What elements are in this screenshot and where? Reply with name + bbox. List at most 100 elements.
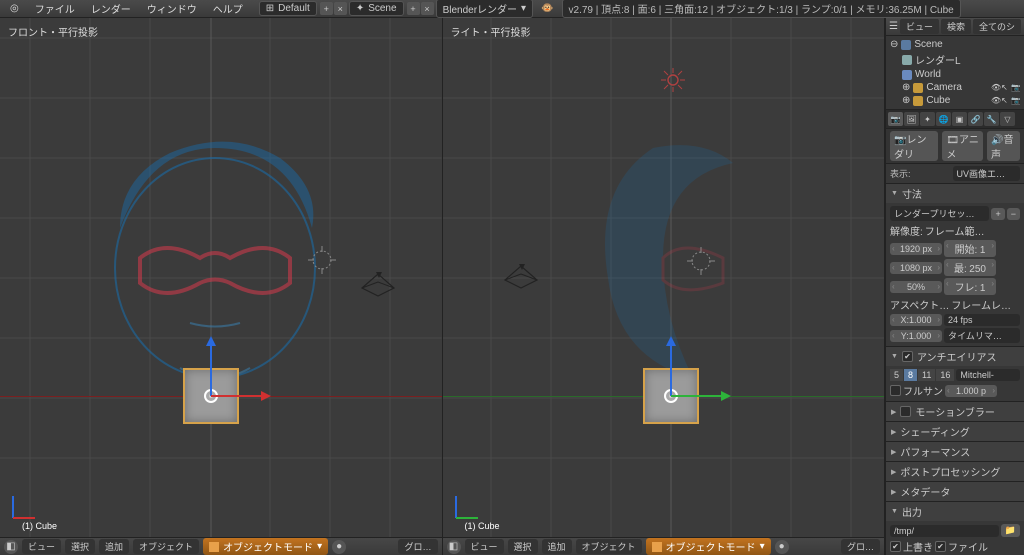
footer-extra[interactable]: グロ… [841,539,880,554]
eye-icon[interactable]: 👁 [991,83,1000,92]
time-remap-label: タイムリマ… [944,328,1020,343]
pill-render[interactable]: 📷レンダリ [890,131,938,161]
outliner-view-menu[interactable]: ビュー [900,19,939,34]
section-header-postproc[interactable]: ポストプロセッシング [886,462,1024,481]
cursor-icon[interactable]: ↖ [1001,96,1010,105]
expand-icon[interactable]: ⊕ [902,82,910,93]
scene-dropdown[interactable]: ✦ Scene [349,1,404,16]
properties-tabstrip[interactable]: 📷 🖼 ✦ 🌐 ▣ 🔗 🔧 ▽ [886,109,1024,129]
pill-anim[interactable]: 🎞アニメ [942,131,983,161]
layout-dropdown[interactable]: ⊞ Default [259,1,317,16]
viewport-footer: ◧ ビュー 選択 追加 オブジェクト オブジェクトモード▾ ● グロ… [443,537,885,555]
empty-object-icon [687,247,715,275]
footer-menu-select[interactable]: 選択 [65,539,95,554]
shading-icon[interactable]: ● [775,540,789,554]
eye-icon[interactable]: 👁 [991,96,1000,105]
tab-renderlayers-icon[interactable]: 🖼 [904,112,919,126]
tab-world-icon[interactable]: 🌐 [936,112,951,126]
fileext-checkbox[interactable] [935,541,946,552]
section-header-shading[interactable]: シェーディング [886,422,1024,441]
render-engine-dropdown[interactable]: Blenderレンダー▾ [436,0,534,18]
aspect-x-field[interactable]: X:1.000 [890,314,942,326]
mode-dropdown[interactable]: オブジェクトモード▾ [203,538,328,555]
collapse-icon[interactable]: ⊖ [890,39,898,50]
outliner-search-menu[interactable]: 検索 [941,19,971,34]
filter-size-field[interactable]: 1.000 p [945,385,997,397]
res-x-field[interactable]: 1920 px [890,243,942,255]
frame-end-field[interactable]: 最: 250 [944,259,996,276]
scene-add-close[interactable]: +× [406,2,434,15]
outliner-icon[interactable]: ☰ [889,21,898,32]
outliner-item-camera[interactable]: ⊕ Camera 👁↖📷 [890,81,1020,94]
tab-object-icon[interactable]: ▣ [952,112,967,126]
shading-icon[interactable]: ● [332,540,346,554]
tab-render-icon[interactable]: 📷 [888,112,903,126]
footer-menu-view[interactable]: ビュー [22,539,61,554]
motionblur-checkbox[interactable] [900,406,911,417]
footer-menu-add[interactable]: 追加 [542,539,572,554]
editor-type-icon[interactable]: ◧ [447,540,461,554]
editor-type-icon[interactable]: ◧ [4,540,18,554]
render-icon[interactable]: 📷 [1011,83,1020,92]
right-panel: ☰ ビュー 検索 全てのシ ⊖ Scene レンダーL World ⊕ Came… [885,18,1024,555]
frame-step-field[interactable]: フレ: 1 [944,278,996,295]
outliner-tree[interactable]: ⊖ Scene レンダーL World ⊕ Camera 👁↖📷 ⊕ Cube … [886,36,1024,109]
frame-start-field[interactable]: 開始: 1 [944,240,996,257]
antialias-checkbox[interactable] [902,351,913,362]
output-path-field[interactable]: /tmp/ [890,525,999,537]
aa-samples-segmented[interactable]: 5 8 11 16 [890,369,954,381]
camera-icon [913,83,923,93]
display-mode-dropdown[interactable]: UV画像エ… [953,166,1021,181]
footer-menu-add[interactable]: 追加 [99,539,129,554]
preset-add-button[interactable]: + [991,208,1004,220]
overwrite-checkbox[interactable] [890,541,901,552]
tab-scene-icon[interactable]: ✦ [920,112,935,126]
res-y-field[interactable]: 1080 px [890,262,942,274]
outliner-item-renderlayers[interactable]: レンダーL [890,51,1020,68]
fullsample-checkbox[interactable] [890,385,901,396]
pill-sound[interactable]: 🔊音声 [987,131,1020,161]
cursor-icon[interactable]: ↖ [1001,83,1010,92]
blender-icon[interactable]: ◎ [2,3,27,14]
outliner-item-world[interactable]: World [890,68,1020,81]
menu-window[interactable]: ウィンドウ [139,1,205,16]
footer-extra[interactable]: グロ… [398,539,437,554]
outliner-scene-row[interactable]: ⊖ Scene [890,38,1020,51]
footer-menu-object[interactable]: オブジェクト [133,539,199,554]
aspect-y-field[interactable]: Y:1.000 [890,330,942,342]
section-output: 出力 /tmp/ 📁 上書き ファイル 場所の探 結果をキ [886,501,1024,555]
render-icon[interactable]: 📷 [1011,96,1020,105]
footer-menu-view[interactable]: ビュー [465,539,504,554]
layout-add-close[interactable]: +× [319,2,347,15]
section-header-metadata[interactable]: メタデータ [886,482,1024,501]
mode-dropdown[interactable]: オブジェクトモード▾ [646,538,771,555]
outliner-filter-dropdown[interactable]: 全てのシ [973,19,1021,34]
fps-dropdown[interactable]: 24 fps [944,314,1020,326]
section-header-antialias[interactable]: アンチエイリアス [886,347,1024,366]
preset-remove-button[interactable]: − [1007,208,1020,220]
tab-constraints-icon[interactable]: 🔗 [968,112,983,126]
camera-object-icon [358,270,398,300]
menu-file[interactable]: ファイル [27,1,83,16]
section-header-output[interactable]: 出力 [886,502,1024,521]
aa-filter-dropdown[interactable]: Mitchell- [956,369,1020,381]
empty-object-icon [308,246,336,274]
render-preset-dropdown[interactable]: レンダープリセッ… [890,206,989,221]
output-browse-button[interactable]: 📁 [1001,524,1020,537]
tab-modifiers-icon[interactable]: 🔧 [984,112,999,126]
expand-icon[interactable]: ⊕ [902,95,910,106]
viewport-right[interactable]: ライト・平行投影 [443,18,886,555]
footer-menu-object[interactable]: オブジェクト [576,539,642,554]
section-header-motionblur[interactable]: モーションブラー [886,402,1024,421]
res-percent-field[interactable]: 50% [890,281,942,293]
outliner-item-cube[interactable]: ⊕ Cube 👁↖📷 [890,94,1020,107]
footer-menu-select[interactable]: 選択 [508,539,538,554]
menu-render[interactable]: レンダー [83,1,139,16]
viewport-title: ライト・平行投影 [451,24,531,39]
section-header-performance[interactable]: パフォーマンス [886,442,1024,461]
viewport-front[interactable]: フロント・平行投影 (1) Cu [0,18,443,555]
section-header-dimensions[interactable]: 寸法 [886,184,1024,203]
menu-help[interactable]: ヘルプ [205,1,251,16]
cube-icon [652,542,662,552]
tab-data-icon[interactable]: ▽ [1000,112,1015,126]
